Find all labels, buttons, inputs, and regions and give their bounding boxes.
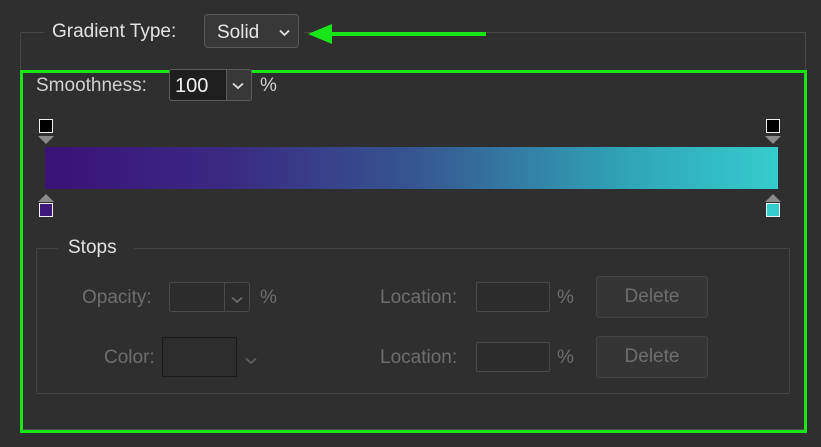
smoothness-unit: % bbox=[260, 75, 277, 96]
opacity-location-input[interactable] bbox=[476, 282, 550, 312]
color-stop-left[interactable] bbox=[39, 203, 53, 217]
annotation-arrow-icon bbox=[308, 24, 486, 44]
smoothness-label: Smoothness: bbox=[36, 75, 147, 96]
color-delete-button[interactable]: Delete bbox=[596, 336, 708, 378]
chevron-down-icon bbox=[232, 77, 244, 93]
opacity-location-unit: % bbox=[557, 287, 574, 308]
stops-title: Stops bbox=[68, 237, 117, 258]
opacity-location-label: Location: bbox=[380, 287, 458, 308]
chevron-down-icon bbox=[231, 291, 243, 307]
opacity-delete-button[interactable]: Delete bbox=[596, 276, 708, 318]
color-location-input[interactable] bbox=[476, 342, 550, 372]
smoothness-value: 100 bbox=[175, 75, 209, 97]
smoothness-dropdown-button[interactable] bbox=[226, 69, 252, 101]
chevron-down-icon bbox=[279, 24, 290, 40]
gradient-type-label: Gradient Type: bbox=[52, 21, 177, 42]
opacity-stop-right[interactable] bbox=[766, 119, 780, 133]
color-location-unit: % bbox=[557, 347, 574, 368]
smoothness-input[interactable]: 100 bbox=[169, 69, 227, 101]
color-stop-right-pointer bbox=[765, 194, 781, 202]
gradient-type-select[interactable]: Solid bbox=[204, 14, 299, 48]
opacity-label: Opacity: bbox=[82, 287, 152, 308]
color-swatch[interactable] bbox=[162, 337, 237, 377]
gradient-preview-bar[interactable] bbox=[45, 147, 778, 189]
opacity-stop-left-pointer bbox=[38, 136, 54, 144]
color-stop-left-pointer bbox=[38, 194, 54, 202]
opacity-unit: % bbox=[260, 287, 277, 308]
opacity-stop-left[interactable] bbox=[39, 119, 53, 133]
opacity-stop-right-pointer bbox=[765, 136, 781, 144]
color-location-label: Location: bbox=[380, 347, 458, 368]
opacity-dropdown-button[interactable] bbox=[224, 282, 250, 312]
color-stop-right[interactable] bbox=[766, 203, 780, 217]
opacity-input[interactable] bbox=[169, 282, 225, 312]
color-label: Color: bbox=[104, 347, 155, 368]
chevron-down-icon[interactable] bbox=[245, 352, 257, 368]
gradient-type-value: Solid bbox=[217, 22, 260, 43]
